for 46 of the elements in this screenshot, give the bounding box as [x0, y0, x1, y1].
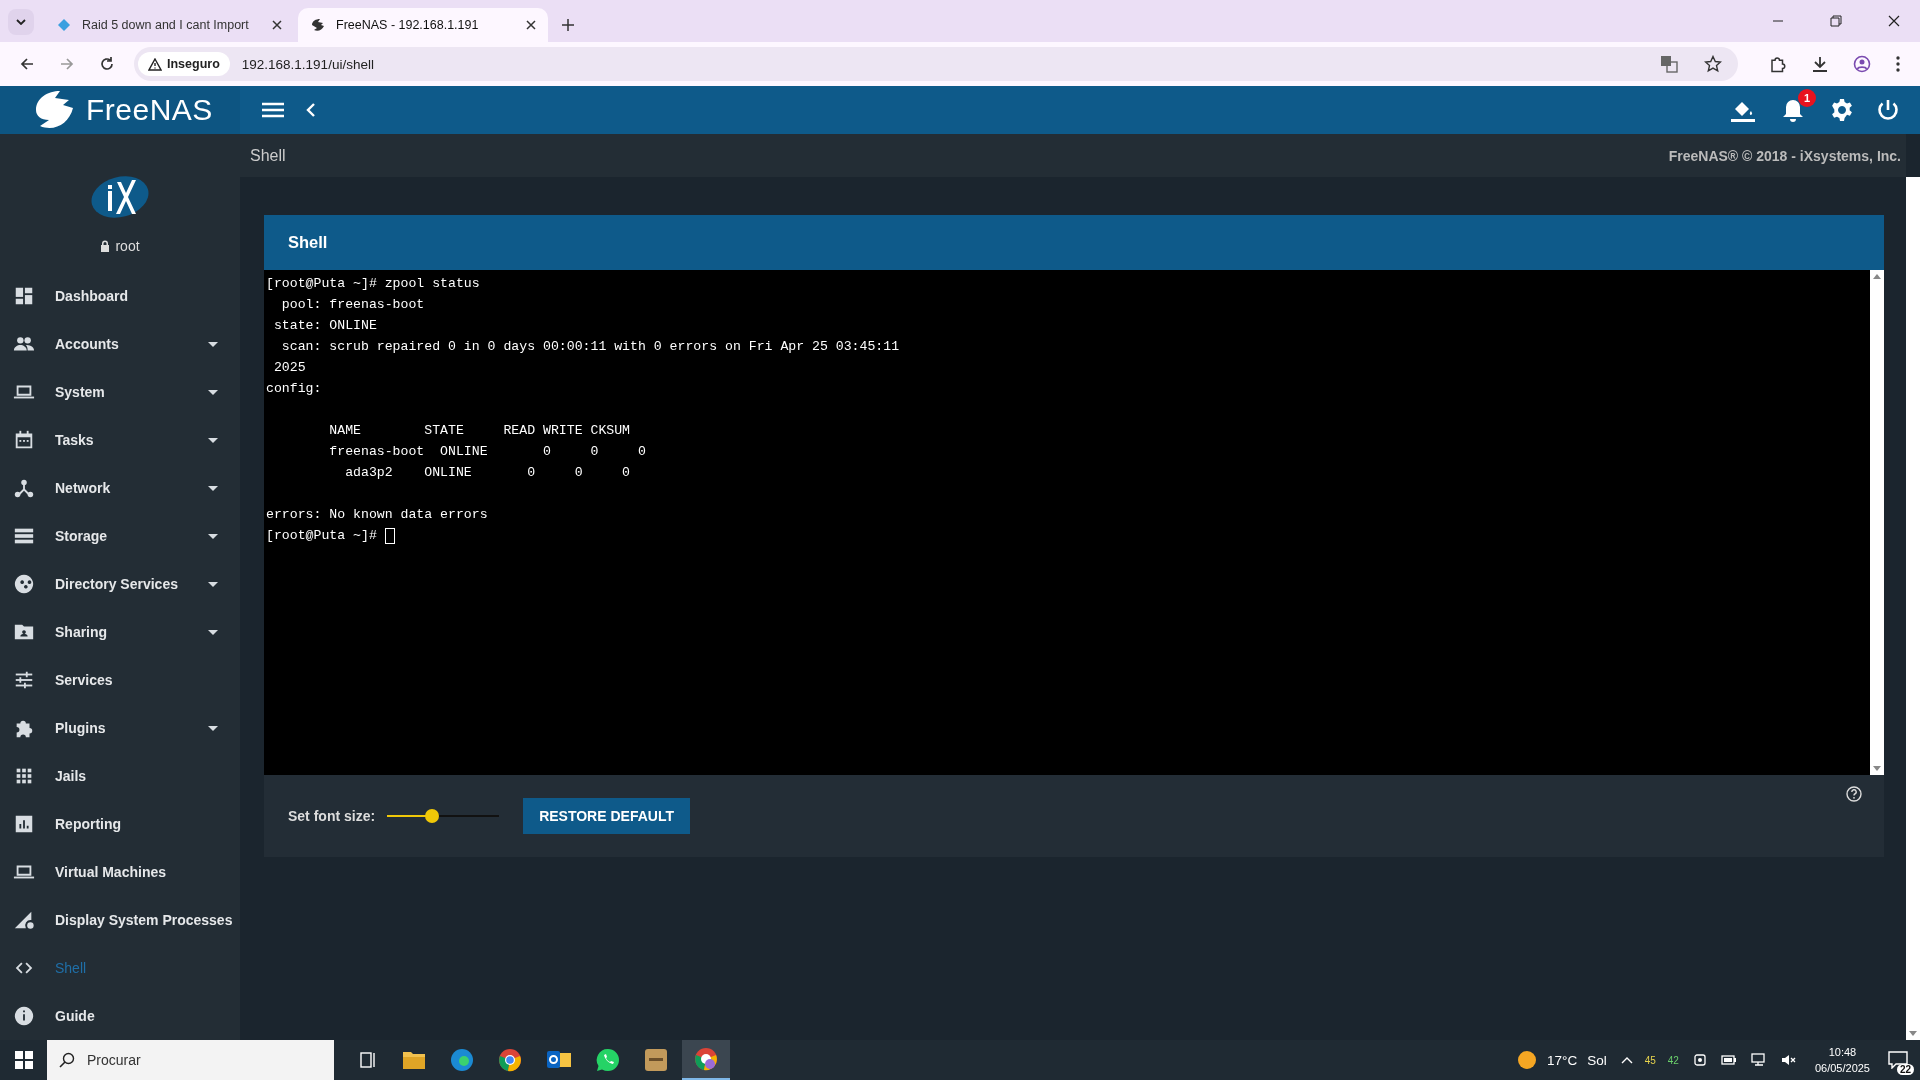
copyright-text: FreeNAS® © 2018 - iXsystems, Inc.: [1668, 147, 1901, 164]
taskbar-search-field[interactable]: Procurar: [47, 1040, 334, 1080]
temperature: 17°C: [1547, 1052, 1578, 1068]
sidebar-item[interactable]: Network: [0, 464, 240, 512]
terminal-prompt: [root@Puta ~]#: [266, 527, 378, 545]
terminal-line: NAME STATE READ WRITE CKSUM: [328, 422, 631, 440]
sidebar-item[interactable]: Sharing: [0, 608, 240, 656]
terminal-line: pool: freenas-boot: [280, 296, 425, 314]
notification-badge: 22: [1896, 1064, 1914, 1075]
notification-badge: 1: [1798, 89, 1816, 107]
tray-value: 45: [1644, 1054, 1656, 1066]
weather-text: Sol: [1587, 1052, 1607, 1068]
sidebar-item[interactable]: Services: [0, 656, 240, 704]
username: root: [115, 238, 140, 254]
terminal-line: ada3p2 ONLINE 0 0 0: [344, 464, 631, 482]
clock-date: 06/05/2025: [1814, 1061, 1870, 1076]
page-title: Shell: [250, 146, 287, 165]
terminal-line: config:: [266, 380, 322, 398]
brand-name: FreeNAS: [86, 93, 213, 127]
sidebar-item[interactable]: Plugins: [0, 704, 240, 752]
card-title: Shell: [288, 233, 328, 252]
sidebar-item[interactable]: Dashboard: [0, 272, 240, 320]
terminal-line: freenas-boot ONLINE 0 0 0: [328, 443, 646, 461]
sidebar-item[interactable]: Virtual Machines: [0, 848, 240, 896]
sidebar-item[interactable]: Tasks: [0, 416, 240, 464]
restore-default-button[interactable]: RESTORE DEFAULT: [523, 798, 690, 834]
terminal-line: 2025: [272, 359, 306, 377]
browser-tab[interactable]: FreeNAS - 192.168.1.191: [298, 8, 548, 42]
sidebar-item[interactable]: Guide: [0, 992, 240, 1040]
font-size-label: Set font size:: [288, 808, 376, 824]
sidebar-item[interactable]: Reporting: [0, 800, 240, 848]
clock-time: 10:48: [1828, 1045, 1857, 1060]
sidebar-item[interactable]: Directory Services: [0, 560, 240, 608]
terminal-line: scan: scrub repaired 0 in 0 days 00:00:11 with 0 errors on Fri Apr 25 03:45:11: [280, 338, 900, 356]
address-field[interactable]: Inseguro 192.168.1.191/ui/shell: [134, 47, 1738, 81]
sidebar-item[interactable]: Jails: [0, 752, 240, 800]
sidebar-item[interactable]: System: [0, 368, 240, 416]
sidebar-item[interactable]: Accounts: [0, 320, 240, 368]
tray-value: 42: [1667, 1054, 1679, 1066]
sidebar-item[interactable]: Storage: [0, 512, 240, 560]
terminal-line: state: ONLINE: [272, 317, 377, 335]
security-chip[interactable]: Inseguro: [138, 52, 230, 76]
sidebar-item[interactable]: Display System Processes: [0, 896, 240, 944]
terminal-line: [root@Puta ~]# zpool status: [266, 275, 480, 293]
browser-tab[interactable]: Raid 5 down and I cant Import: [44, 8, 294, 42]
terminal-line: errors: No known data errors: [266, 506, 488, 524]
